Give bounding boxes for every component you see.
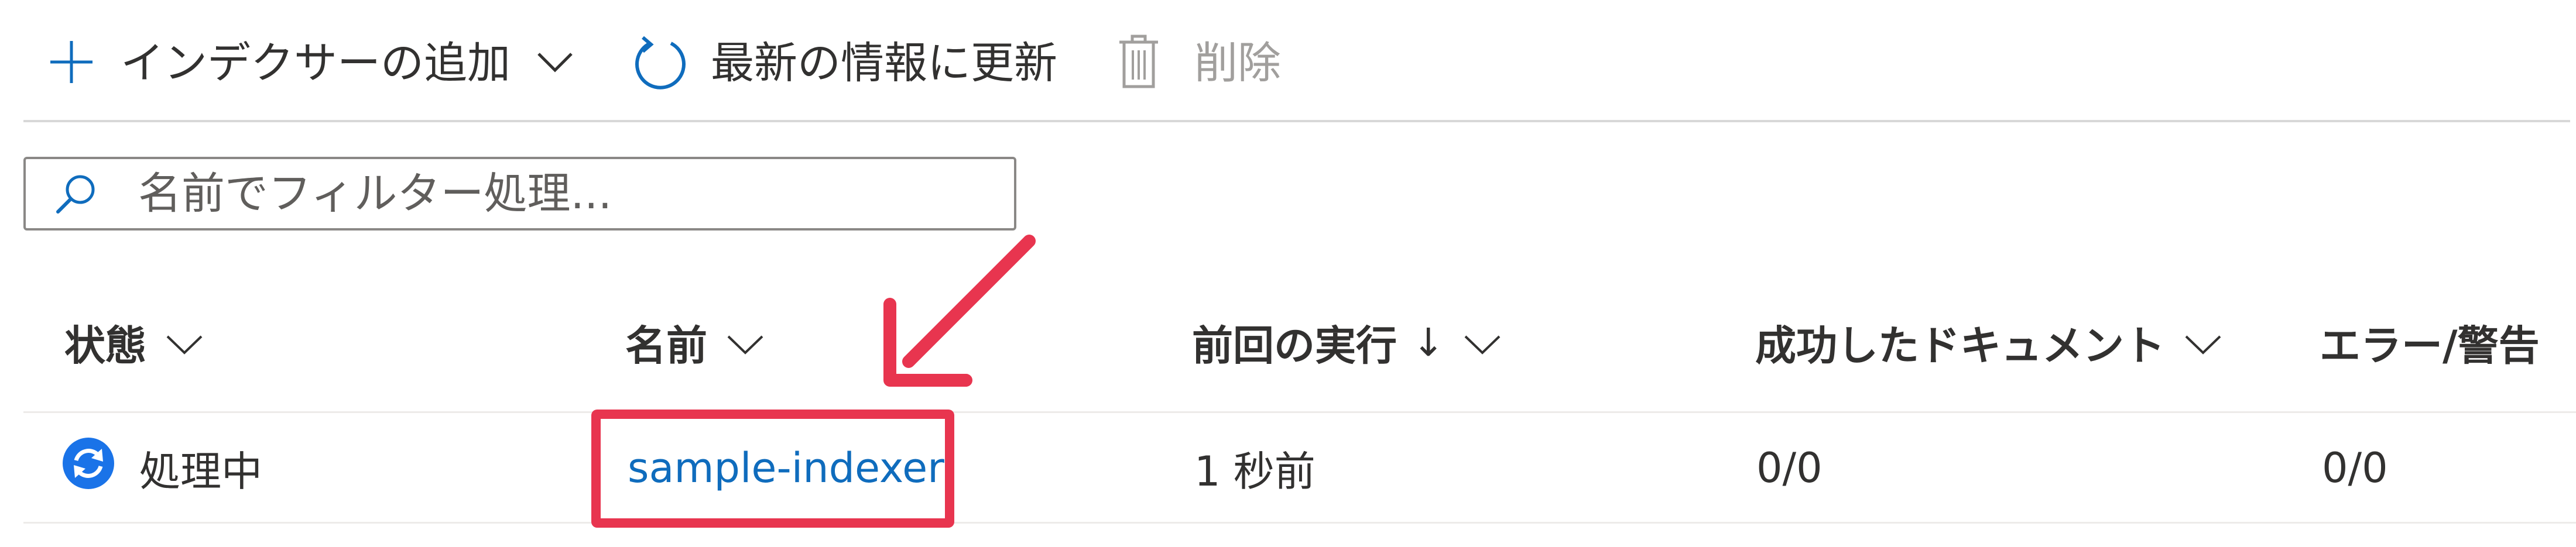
add-indexer-button[interactable]: インデクサーの追加	[48, 16, 574, 110]
column-header-status[interactable]: 状態	[64, 310, 204, 374]
refresh-icon	[632, 33, 688, 94]
search-input[interactable]	[138, 168, 958, 219]
annotation-highlight-box	[591, 410, 954, 528]
refresh-label: 最新の情報に更新	[711, 38, 1057, 88]
add-indexer-label: インデクサーの追加	[121, 38, 511, 88]
chevron-down-icon	[726, 318, 765, 366]
column-header-errors-warnings[interactable]: エラー/警告	[2320, 310, 2540, 374]
status-cell: 処理中	[62, 436, 262, 500]
errors-warnings-cell: 0/0	[2322, 444, 2388, 492]
column-header-status-label: 状態	[64, 321, 146, 370]
delete-label: 削除	[1194, 38, 1281, 88]
filter-search-box[interactable]	[23, 157, 1016, 231]
chevron-down-icon	[165, 318, 204, 366]
column-header-last-run[interactable]: 前回の実行 ↓	[1192, 310, 1502, 374]
column-header-errors-warnings-label: エラー/警告	[2320, 321, 2540, 370]
last-run-cell: 1 秒前	[1194, 447, 1316, 496]
succeeded-docs-cell: 0/0	[1756, 444, 1823, 492]
toolbar-divider	[23, 120, 2570, 122]
refresh-button[interactable]: 最新の情報に更新	[632, 16, 1057, 110]
status-text: 処理中	[139, 447, 262, 496]
chevron-down-icon	[2184, 318, 2222, 366]
column-header-last-run-label: 前回の実行	[1192, 321, 1397, 370]
sync-processing-icon	[62, 437, 139, 500]
row-divider	[23, 522, 2576, 524]
command-bar: インデクサーの追加 最新の情報に更新 削除	[23, 16, 2558, 110]
chevron-down-icon	[1463, 318, 1502, 366]
search-icon	[53, 170, 100, 217]
header-divider	[23, 411, 2576, 413]
column-header-succeeded-docs[interactable]: 成功したドキュメント	[1755, 310, 2222, 374]
plus-icon	[48, 39, 95, 88]
column-header-name-label: 名前	[625, 321, 707, 370]
annotation-arrow	[883, 235, 1036, 387]
column-header-name[interactable]: 名前	[625, 310, 765, 374]
column-header-succeeded-docs-label: 成功したドキュメント	[1755, 321, 2165, 370]
delete-button[interactable]: 削除	[1117, 16, 1281, 110]
trash-icon	[1117, 34, 1160, 92]
chevron-down-icon	[536, 50, 574, 76]
sort-descending-indicator: ↓	[1412, 319, 1445, 365]
